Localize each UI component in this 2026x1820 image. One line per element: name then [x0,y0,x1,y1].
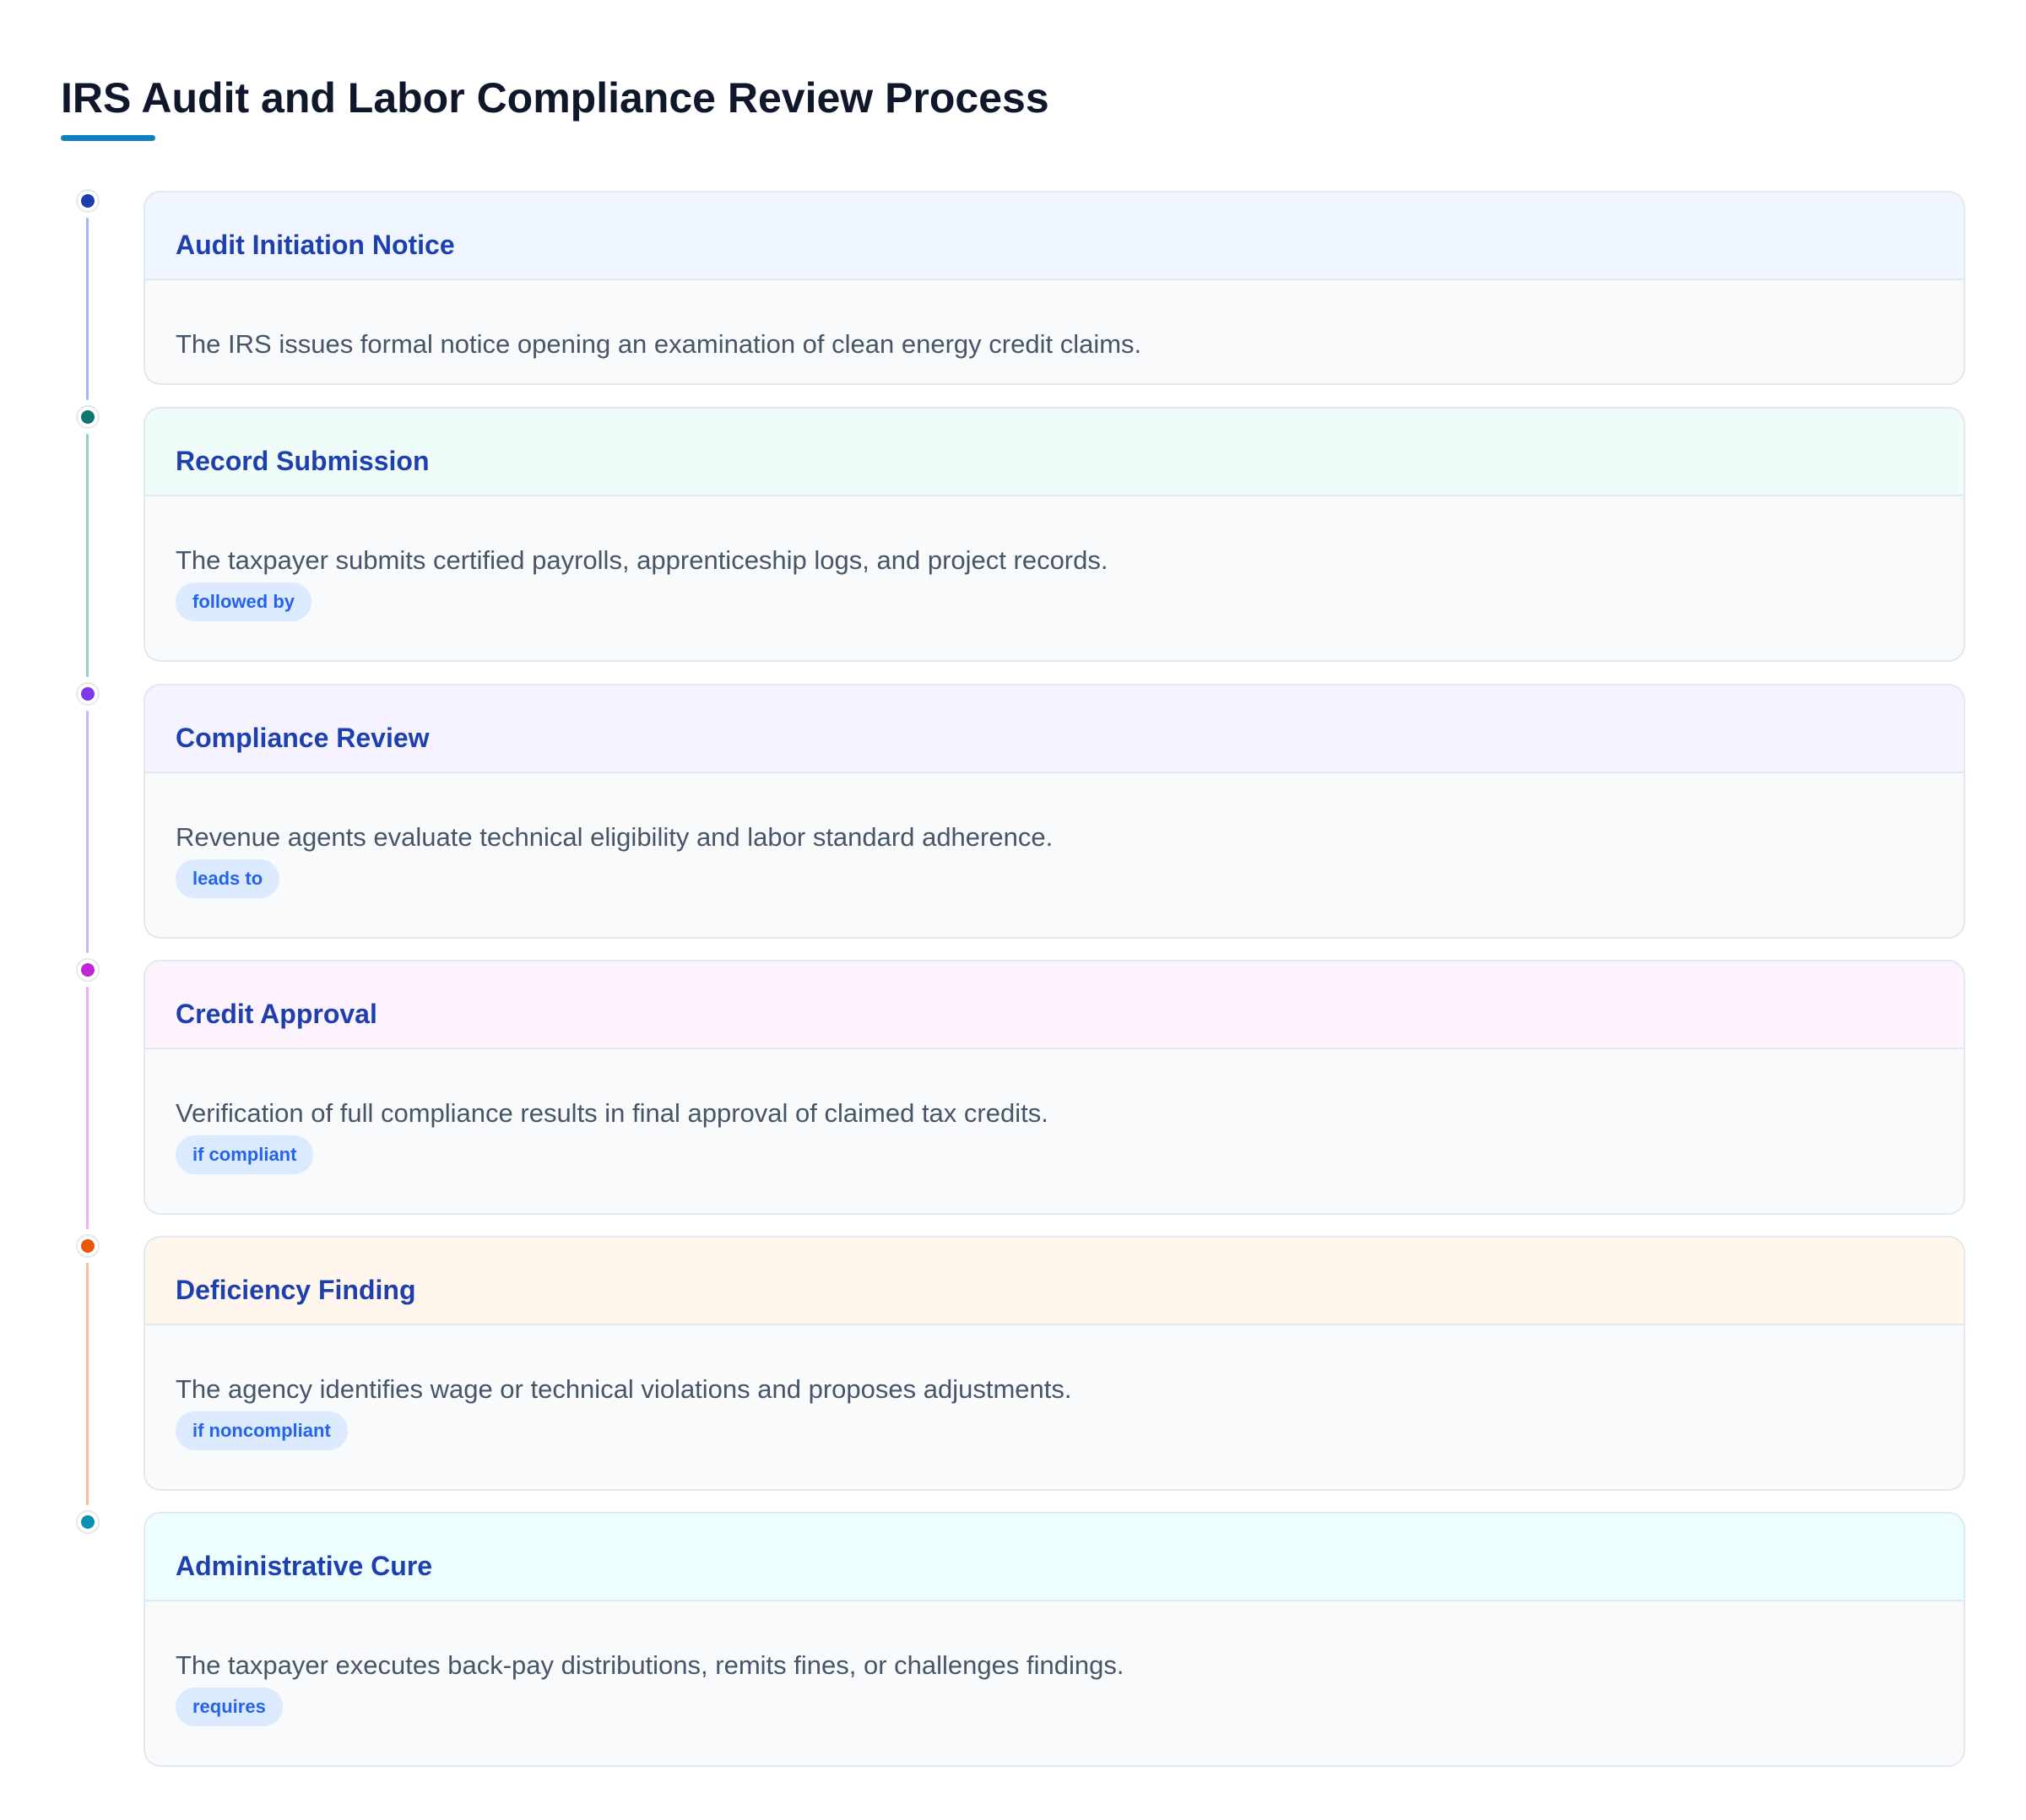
timeline-dot [78,407,98,427]
step-card: Credit Approval Verification of full comp… [144,960,1965,1215]
step-description: The taxpayer executes back-pay distribut… [176,1650,1124,1680]
step-card-body: The IRS issues formal notice opening an … [145,280,1964,361]
step-card-body: The taxpayer executes back-pay distribut… [145,1601,1964,1726]
timeline-connector [86,987,89,1229]
step-card-header: Credit Approval [145,961,1964,1049]
step-card: Audit Initiation Notice The IRS issues fo… [144,191,1965,385]
step-description: Verification of full compliance results … [176,1098,1048,1128]
step-title: Compliance Review [176,723,430,753]
step-card: Compliance Review Revenue agents evaluate… [144,684,1965,939]
timeline-dot [78,684,98,704]
relation-badge: requires [176,1687,283,1726]
timeline-connector [86,1263,89,1505]
step-description: Revenue agents evaluate technical eligib… [176,822,1054,852]
timeline-connector [86,434,89,677]
relation-badge: followed by [176,582,311,621]
step-title: Record Submission [176,446,430,476]
step-card: Deficiency Finding The agency identifies … [144,1236,1965,1491]
step-card-body: Verification of full compliance results … [145,1049,1964,1174]
step-card-header: Record Submission [145,409,1964,496]
step-card: Administrative Cure The taxpayer executes… [144,1512,1965,1767]
step-title: Administrative Cure [176,1551,433,1581]
step-card-header: Administrative Cure [145,1514,1964,1601]
timeline-dot [78,960,98,980]
timeline: Audit Initiation Notice The IRS issues fo… [61,0,1965,1820]
timeline-connector [86,711,89,953]
step-card: Record Submission The taxpayer submits ce… [144,407,1965,662]
step-card-header: Audit Initiation Notice [145,192,1964,280]
timeline-dot [78,191,98,211]
timeline-connector [86,218,89,400]
timeline-dot [78,1236,98,1256]
step-title: Credit Approval [176,999,377,1029]
step-description: The taxpayer submits certified payrolls,… [176,545,1108,575]
step-card-body: Revenue agents evaluate technical eligib… [145,773,1964,898]
relation-badge: if noncompliant [176,1411,348,1450]
step-card-body: The agency identifies wage or technical … [145,1325,1964,1450]
step-title: Audit Initiation Notice [176,230,455,260]
relation-badge: leads to [176,859,280,898]
step-card-header: Compliance Review [145,685,1964,773]
step-card-body: The taxpayer submits certified payrolls,… [145,496,1964,621]
step-description: The IRS issues formal notice opening an … [176,329,1142,359]
step-description: The agency identifies wage or technical … [176,1374,1072,1404]
timeline-dot [78,1512,98,1532]
step-card-header: Deficiency Finding [145,1238,1964,1325]
relation-badge: if compliant [176,1135,314,1174]
step-title: Deficiency Finding [176,1275,416,1305]
